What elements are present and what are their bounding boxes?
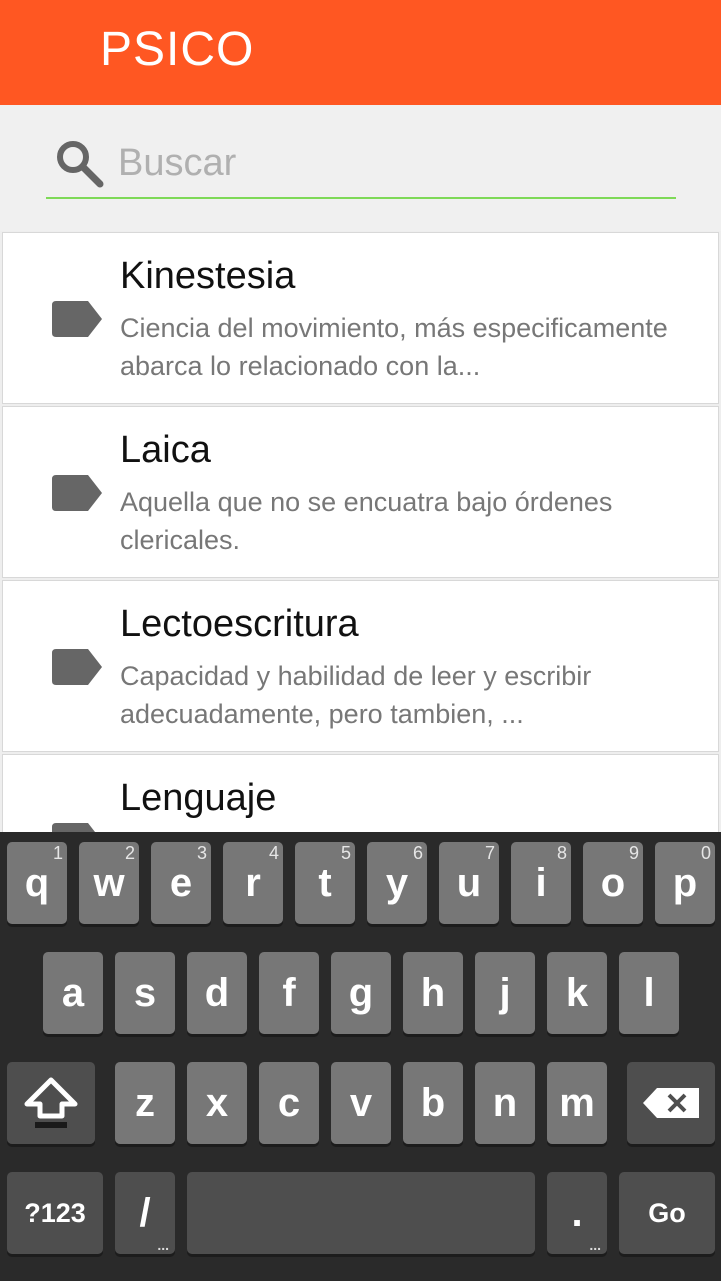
label-tag-icon <box>52 475 102 511</box>
key-label: / <box>139 1191 151 1235</box>
list-item[interactable]: Laica Aquella que no se encuatra bajo ór… <box>2 406 719 578</box>
key-label: e <box>169 861 193 905</box>
key-p[interactable]: 0p <box>655 842 715 924</box>
label-tag-icon <box>52 649 102 685</box>
search-underline <box>46 197 676 199</box>
entry-term: Lenguaje <box>120 777 277 819</box>
key-label: Go <box>648 1198 686 1228</box>
key-s[interactable]: s <box>115 952 175 1034</box>
key-j[interactable]: j <box>475 952 535 1034</box>
key-more-hint: ... <box>157 1237 169 1253</box>
backspace-icon <box>643 1088 699 1118</box>
period-key[interactable]: .... <box>547 1172 607 1254</box>
go-key[interactable]: Go <box>619 1172 715 1254</box>
soft-keyboard: 1q 2w 3e 4r 5t 6y 7u 8i 9o 0p a s d f g … <box>0 832 721 1281</box>
key-b[interactable]: b <box>403 1062 463 1144</box>
key-label: z <box>135 1081 155 1125</box>
key-label: h <box>420 971 446 1015</box>
key-label: ?123 <box>24 1198 86 1228</box>
key-o[interactable]: 9o <box>583 842 643 924</box>
key-label: j <box>499 971 511 1015</box>
key-label: i <box>535 861 547 905</box>
key-label: m <box>559 1081 595 1125</box>
app-bar: PSICO <box>0 0 721 105</box>
shift-arrow-icon <box>24 1077 78 1128</box>
key-label: y <box>385 861 409 905</box>
slash-key[interactable]: /... <box>115 1172 175 1254</box>
entry-list: Kinestesia Ciencia del movimiento, más e… <box>2 232 719 832</box>
backspace-key[interactable] <box>627 1062 715 1144</box>
key-label: b <box>420 1081 446 1125</box>
key-v[interactable]: v <box>331 1062 391 1144</box>
key-y[interactable]: 6y <box>367 842 427 924</box>
key-m[interactable]: m <box>547 1062 607 1144</box>
search-icon <box>57 141 104 188</box>
key-label: f <box>282 971 296 1015</box>
key-label: d <box>204 971 230 1015</box>
key-d[interactable]: d <box>187 952 247 1034</box>
key-t[interactable]: 5t <box>295 842 355 924</box>
key-label: g <box>348 971 374 1015</box>
key-label: s <box>133 971 157 1015</box>
key-label: c <box>277 1081 301 1125</box>
key-label: v <box>349 1081 373 1125</box>
entry-term: Laica <box>120 429 211 471</box>
key-label: x <box>205 1081 229 1125</box>
key-z[interactable]: z <box>115 1062 175 1144</box>
key-u[interactable]: 7u <box>439 842 499 924</box>
key-label: p <box>672 861 698 905</box>
label-tag-icon <box>52 301 102 337</box>
entry-term: Kinestesia <box>120 255 296 297</box>
list-item[interactable]: Lenguaje <box>2 754 719 832</box>
key-label: q <box>24 861 50 905</box>
label-tag-icon <box>52 823 95 832</box>
key-label: o <box>600 861 626 905</box>
key-label: w <box>93 861 125 905</box>
key-more-hint: ... <box>589 1237 601 1253</box>
key-a[interactable]: a <box>43 952 103 1034</box>
key-label: r <box>245 861 261 905</box>
key-n[interactable]: n <box>475 1062 535 1144</box>
list-item[interactable]: Lectoescritura Capacidad y habilidad de … <box>2 580 719 752</box>
key-w[interactable]: 2w <box>79 842 139 924</box>
symbols-key[interactable]: ?123 <box>7 1172 103 1254</box>
app-title: PSICO <box>100 23 255 76</box>
key-e[interactable]: 3e <box>151 842 211 924</box>
search-input[interactable] <box>118 138 668 188</box>
key-r[interactable]: 4r <box>223 842 283 924</box>
key-i[interactable]: 8i <box>511 842 571 924</box>
key-label: t <box>318 861 332 905</box>
key-f[interactable]: f <box>259 952 319 1034</box>
key-g[interactable]: g <box>331 952 391 1034</box>
key-h[interactable]: h <box>403 952 463 1034</box>
entry-description: Ciencia del movimiento, más especificame… <box>120 313 668 381</box>
list-item[interactable]: Kinestesia Ciencia del movimiento, más e… <box>2 232 719 404</box>
key-label: n <box>492 1081 518 1125</box>
entry-term: Lectoescritura <box>120 603 359 645</box>
key-c[interactable]: c <box>259 1062 319 1144</box>
key-label: l <box>643 971 655 1015</box>
space-key[interactable] <box>187 1172 535 1254</box>
key-label: u <box>456 861 482 905</box>
key-l[interactable]: l <box>619 952 679 1034</box>
key-label: a <box>61 971 85 1015</box>
entry-description: Aquella que no se encuatra bajo órdenes … <box>120 487 613 555</box>
key-q[interactable]: 1q <box>7 842 67 924</box>
entry-description: Capacidad y habilidad de leer y escribir… <box>120 661 592 729</box>
key-k[interactable]: k <box>547 952 607 1034</box>
key-label: . <box>571 1191 583 1235</box>
key-x[interactable]: x <box>187 1062 247 1144</box>
shift-key[interactable] <box>7 1062 95 1144</box>
key-label: k <box>565 971 589 1015</box>
